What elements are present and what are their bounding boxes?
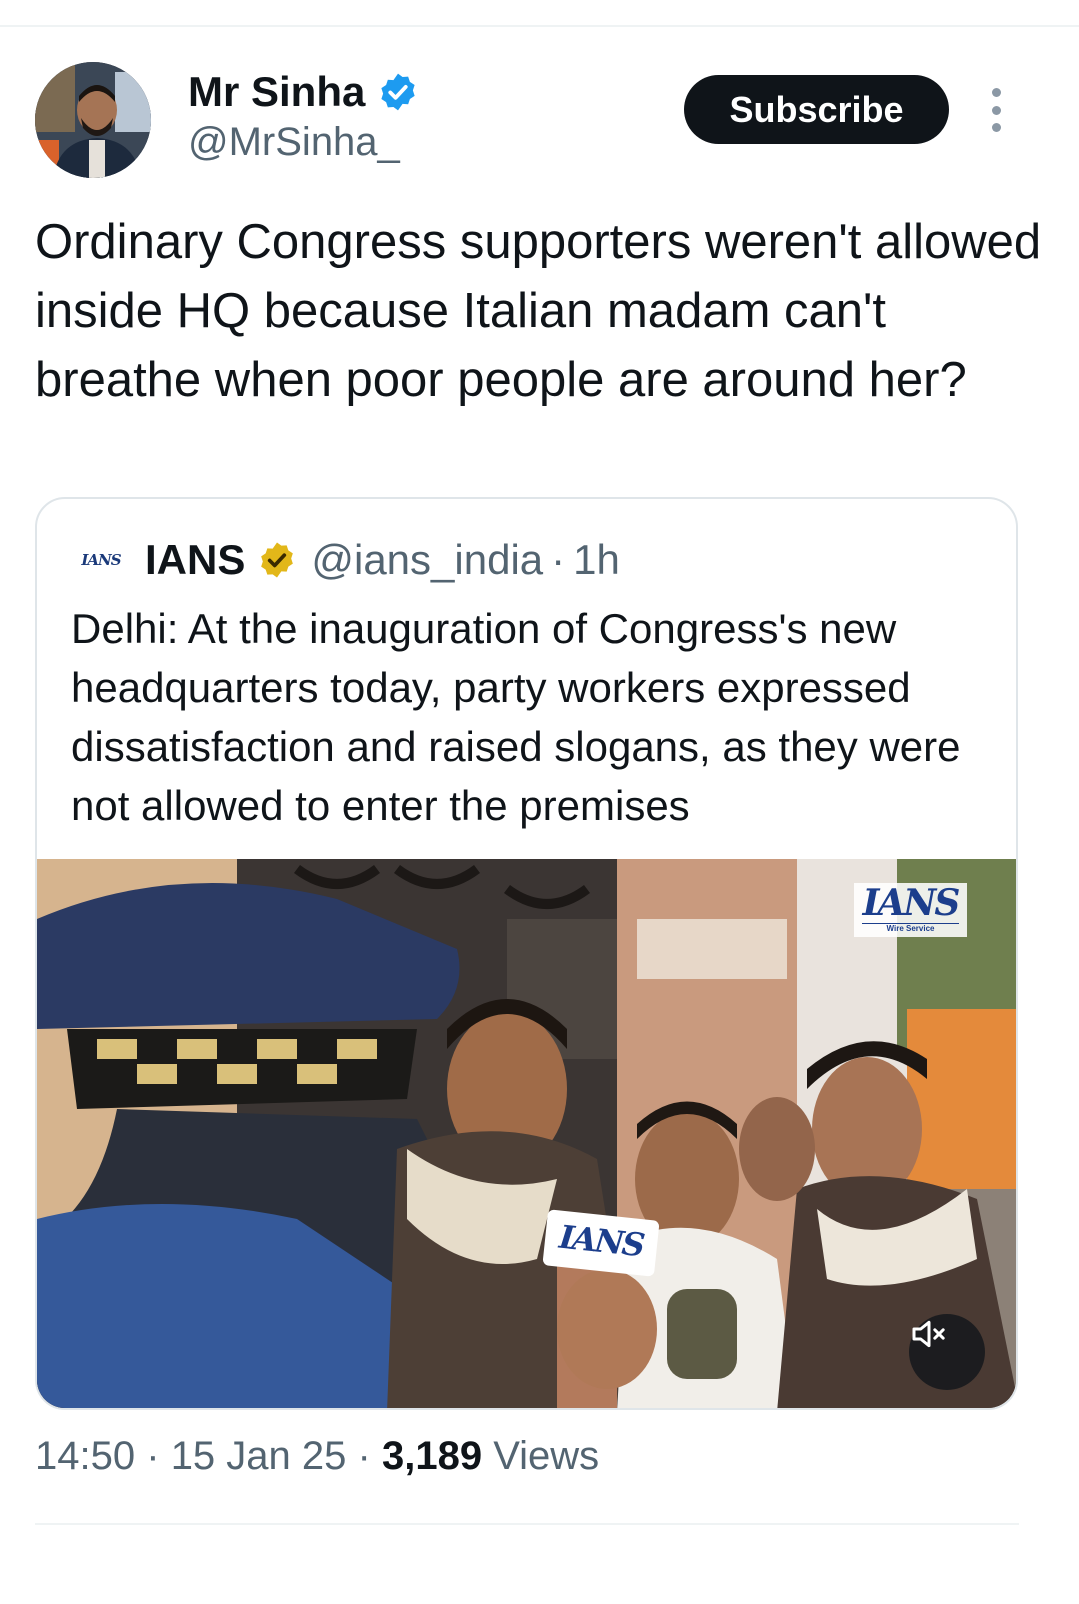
- views-count: 3,189: [381, 1434, 483, 1478]
- avatar-photo: [35, 62, 151, 178]
- tweet-meta: 14:50 · 15 Jan 25 · 3,189 Views: [35, 1434, 599, 1479]
- more-dot: [991, 88, 1001, 97]
- views-label: Views: [493, 1434, 600, 1478]
- video-frame: [37, 859, 1016, 1408]
- quoted-tweet-card[interactable]: IANS IANS @ians_india · 1h Delhi: At the…: [35, 497, 1018, 1410]
- tweet-time[interactable]: 14:50: [35, 1434, 135, 1478]
- author-name-text[interactable]: Mr Sinha: [188, 68, 365, 116]
- tweet-date[interactable]: 15 Jan 25: [171, 1434, 347, 1478]
- meta-separator: ·: [357, 1434, 371, 1478]
- quoted-avatar[interactable]: IANS: [79, 545, 123, 575]
- author-handle[interactable]: @MrSinha_: [188, 120, 400, 165]
- avatar[interactable]: [35, 62, 151, 178]
- meta-separator: ·: [146, 1434, 160, 1478]
- more-dot: [991, 123, 1001, 132]
- microphone-label: IANS: [542, 1209, 660, 1277]
- subscribe-button[interactable]: Subscribe: [684, 75, 949, 144]
- speaker-mute-glyph: [912, 1320, 945, 1348]
- quoted-video[interactable]: IANS Wire Service IANS: [37, 859, 1016, 1408]
- watermark-sub: Wire Service: [862, 923, 959, 934]
- top-divider: [0, 25, 1079, 27]
- ians-watermark: IANS Wire Service: [854, 883, 967, 937]
- verified-badge-icon: [381, 73, 415, 111]
- author-name[interactable]: Mr Sinha: [188, 68, 419, 116]
- more-dot: [991, 105, 1001, 115]
- gold-verified-badge-icon: [261, 542, 294, 578]
- watermark-name: IANS: [862, 882, 961, 924]
- quoted-tweet-header: IANS IANS @ians_india · 1h: [79, 532, 620, 588]
- tweet-text: Ordinary Congress supporters weren't all…: [35, 215, 1042, 407]
- more-vertical-icon[interactable]: [978, 88, 1014, 132]
- quoted-author-name[interactable]: IANS: [145, 536, 245, 584]
- quoted-tweet-text: Delhi: At the inauguration of Congress's…: [71, 605, 961, 829]
- volume-muted-icon[interactable]: [909, 1314, 985, 1390]
- bottom-divider: [35, 1523, 1019, 1525]
- quoted-separator: ·: [551, 536, 566, 583]
- quoted-timestamp[interactable]: 1h: [573, 536, 620, 584]
- quoted-author-handle[interactable]: @ians_india: [311, 536, 543, 584]
